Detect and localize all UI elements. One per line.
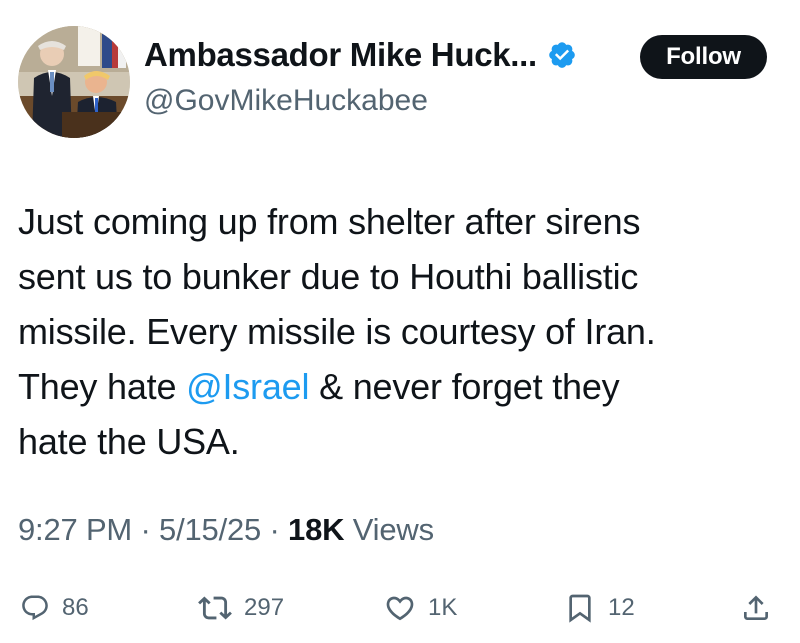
repost-icon: [198, 596, 232, 620]
repost-button[interactable]: 297: [198, 585, 284, 631]
tweet-meta: 9:27 PM · 5/15/25 · 18K Views: [18, 512, 434, 548]
mention-link[interactable]: @Israel: [186, 366, 309, 407]
avatar[interactable]: [18, 26, 130, 138]
reply-button[interactable]: 86: [20, 585, 89, 631]
heart-icon: [386, 596, 414, 621]
author-name-row: Ambassador Mike Huck...: [144, 36, 577, 74]
meta-separator: ·: [269, 512, 280, 547]
reply-icon: [22, 595, 48, 621]
like-button[interactable]: 1K: [384, 585, 457, 631]
like-count: 1K: [428, 594, 458, 621]
share-icon: [744, 595, 768, 620]
tweet: Ambassador Mike Huck... @GovMikeHuckabee…: [0, 0, 800, 643]
follow-button[interactable]: Follow: [640, 35, 767, 79]
meta-separator: ·: [140, 512, 151, 547]
views-label: Views: [352, 512, 434, 547]
tweet-date[interactable]: 5/15/25: [159, 512, 261, 547]
views-count: 18K: [288, 512, 345, 547]
author-display-name[interactable]: Ambassador Mike Huck...: [144, 36, 537, 74]
avatar-photo: [18, 26, 130, 138]
bookmark-button[interactable]: 12: [564, 585, 635, 631]
action-bar: 86 297 1K 12: [0, 585, 800, 631]
tweet-time[interactable]: 9:27 PM: [18, 512, 132, 547]
verified-badge-icon: [547, 40, 577, 70]
tweet-text: Just coming up from shelter after sirens…: [18, 194, 788, 469]
repost-count: 297: [244, 594, 285, 621]
reply-count: 86: [62, 594, 89, 621]
bookmark-count: 12: [608, 594, 635, 621]
bookmark-icon: [569, 594, 591, 623]
share-button[interactable]: [740, 585, 772, 631]
author-handle[interactable]: @GovMikeHuckabee: [144, 84, 428, 118]
